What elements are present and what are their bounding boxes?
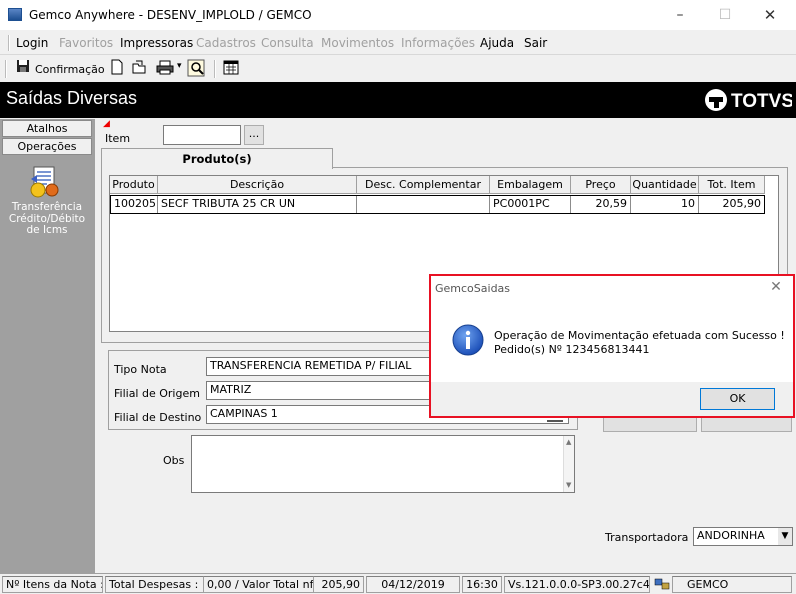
app-icon (8, 8, 22, 21)
open-icon[interactable] (130, 59, 148, 77)
menu-favoritos[interactable]: Favoritos (59, 36, 113, 50)
menu-movimentos[interactable]: Movimentos (321, 36, 394, 50)
menu-login[interactable]: Login (16, 36, 48, 50)
page-header: Saídas Diversas TOTVS (0, 82, 796, 118)
cell-produto[interactable]: 100205 (111, 196, 158, 213)
menu-bar: Login Favoritos Impressoras Cadastros Co… (0, 31, 796, 55)
status-time: 16:30 (462, 576, 502, 593)
scroll-up-icon[interactable]: ▲ (566, 438, 571, 446)
item-browse-button[interactable]: ... (244, 125, 264, 145)
save-icon[interactable] (14, 59, 32, 77)
column-header[interactable]: Quantidade (631, 176, 699, 194)
status-bar: Nº Itens da Nota : 1 Total Despesas : 0,… (0, 573, 796, 593)
maximize-button[interactable]: ☐ (711, 4, 739, 26)
transportadora-label: Transportadora (605, 531, 689, 544)
page-title: Saídas Diversas (6, 88, 138, 108)
menu-grip (8, 35, 10, 51)
filial-destino-label: Filial de Destino (114, 411, 202, 424)
obs-scrollbar[interactable]: ▲ ▼ (563, 436, 574, 492)
column-header[interactable]: Descrição (158, 176, 357, 194)
cell-descricao[interactable]: SECF TRIBUTA 25 CR UN (158, 196, 357, 213)
action-button-2[interactable] (701, 416, 792, 432)
column-header[interactable]: Preço (571, 176, 631, 194)
print-icon[interactable] (156, 59, 174, 77)
cell-desc-complementar[interactable] (357, 196, 490, 213)
status-itens: Nº Itens da Nota : 1 (2, 576, 103, 593)
toolbar-separator (214, 60, 216, 78)
cell-quantidade[interactable]: 10 (631, 196, 699, 213)
chevron-down-icon[interactable]: ▼ (778, 528, 792, 545)
dialog-message: Operação de Movimentação efetuada com Su… (494, 329, 785, 342)
window-title: Gemco Anywhere - DESENV_IMPLOLD / GEMCO (29, 8, 312, 22)
dialog-title-bar: GemcoSaidas ✕ (431, 276, 793, 302)
status-version: Vs.121.0.0.0-SP3.00.27c4.75 (504, 576, 650, 593)
toolbar-grip (5, 60, 7, 78)
info-icon (452, 324, 484, 356)
transfer-document-icon[interactable] (28, 165, 62, 199)
toolbar: Confirmação ▾ (0, 56, 796, 82)
new-document-icon[interactable] (108, 59, 126, 77)
status-total: 205,90 (314, 576, 364, 593)
item-label: Item (105, 132, 131, 145)
item-input[interactable] (163, 125, 241, 145)
brand-text: TOTVS (731, 91, 792, 112)
status-date: 04/12/2019 (366, 576, 460, 593)
status-company: GEMCO (672, 576, 792, 593)
ok-button[interactable]: OK (700, 388, 775, 410)
left-panel: Atalhos Operações Transferência Crédito/… (0, 119, 95, 573)
cell-tot-item[interactable]: 205,90 (699, 196, 764, 213)
menu-informacoes[interactable]: Informações (401, 36, 475, 50)
dialog-title: GemcoSaidas (435, 282, 511, 295)
menu-sair[interactable]: Sair (524, 36, 547, 50)
close-button[interactable]: ✕ (756, 4, 784, 26)
tipo-nota-label: Tipo Nota (114, 363, 167, 376)
tab-operacoes[interactable]: Operações (2, 138, 92, 155)
filial-origem-label: Filial de Origem (114, 387, 200, 400)
menu-impressoras[interactable]: Impressoras (120, 36, 193, 50)
confirm-button[interactable]: Confirmação (35, 63, 105, 76)
menu-cadastros[interactable]: Cadastros (196, 36, 256, 50)
network-icon (654, 577, 670, 591)
column-header[interactable]: Desc. Complementar (357, 176, 490, 194)
tab-atalhos[interactable]: Atalhos (2, 120, 92, 137)
tab-produtos[interactable]: Produto(s) (101, 148, 333, 169)
search-help-icon[interactable] (187, 59, 205, 77)
status-valor-label: 0,00 / Valor Total nf : (204, 576, 314, 593)
transfer-credit-debit-label[interactable]: Transferência Crédito/Débito de Icms (4, 201, 90, 237)
cell-embalagem[interactable]: PC0001PC (490, 196, 571, 213)
message-dialog: GemcoSaidas ✕ Operação de Movimentação e… (429, 274, 795, 418)
title-bar: Gemco Anywhere - DESENV_IMPLOLD / GEMCO … (0, 0, 796, 30)
calendar-icon[interactable] (222, 59, 240, 77)
minimize-button[interactable]: – (666, 4, 694, 26)
dialog-close-button[interactable]: ✕ (766, 279, 786, 297)
column-header[interactable]: Tot. Item (699, 176, 765, 194)
menu-ajuda[interactable]: Ajuda (480, 36, 514, 50)
dialog-body: Operação de Movimentação efetuada com Su… (431, 302, 793, 382)
scroll-down-icon[interactable]: ▼ (566, 481, 571, 489)
menu-consulta[interactable]: Consulta (261, 36, 314, 50)
required-marker: ◢ (103, 119, 110, 129)
dialog-order-number: Pedido(s) Nº 123456813441 (494, 343, 650, 356)
table-row[interactable]: 100205 SECF TRIBUTA 25 CR UN PC0001PC 20… (110, 195, 765, 214)
column-header[interactable]: Embalagem (490, 176, 571, 194)
obs-label: Obs (163, 454, 185, 467)
chevron-down-icon[interactable]: ▾ (177, 61, 182, 71)
cell-preco[interactable]: 20,59 (571, 196, 631, 213)
obs-textarea[interactable] (191, 435, 575, 493)
action-button-1[interactable] (603, 416, 697, 432)
totvs-logo: TOTVS (704, 87, 794, 113)
status-despesas-label: Total Despesas : (105, 576, 204, 593)
column-header[interactable]: Produto (110, 176, 158, 194)
